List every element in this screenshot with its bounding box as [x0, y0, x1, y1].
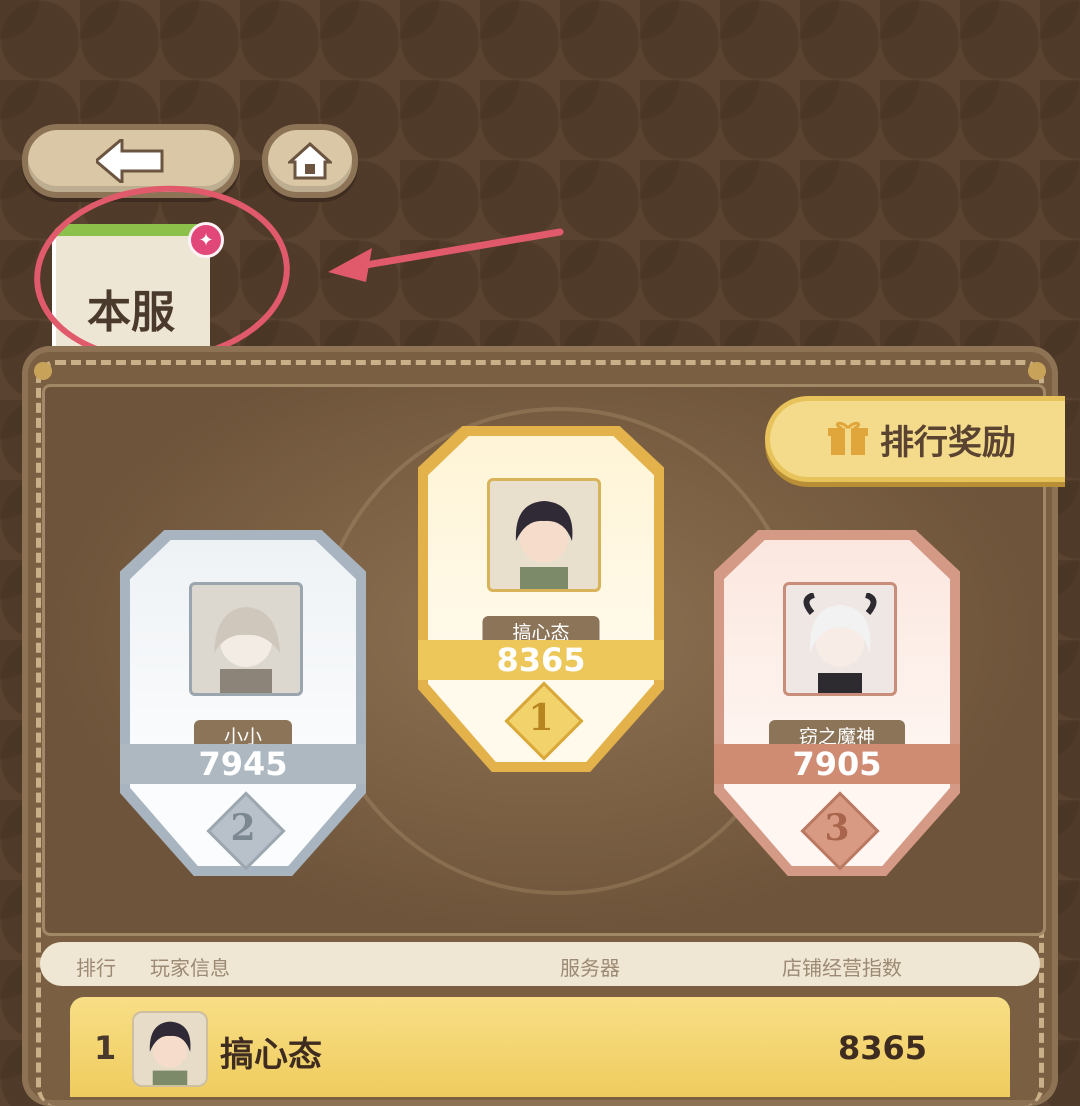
rank-rewards-button[interactable]: 排行奖励 — [765, 396, 1065, 482]
player-avatar — [189, 582, 303, 696]
row-avatar — [132, 1011, 208, 1087]
player-avatar — [487, 478, 601, 592]
player-score: 7905 — [714, 744, 960, 784]
header-rank: 排行 — [76, 956, 116, 980]
row-player-name: 搞心态 — [220, 1035, 322, 1075]
corner-dot — [1028, 362, 1046, 380]
rank-badge: 1 — [504, 681, 584, 761]
corner-dot — [34, 362, 52, 380]
annotation-arrow-icon — [328, 228, 564, 282]
leaderboard-table-header: 排行 玩家信息 服务器 店铺经营指数 — [40, 942, 1040, 986]
player-score: 7945 — [120, 744, 366, 784]
rank-rewards-label: 排行奖励 — [880, 422, 1016, 463]
home-icon — [288, 142, 332, 180]
player-avatar — [783, 582, 897, 696]
podium-card-first[interactable]: 搞心态 8365 1 — [418, 426, 664, 772]
row-rank: 1 — [94, 1029, 117, 1067]
back-button[interactable] — [22, 124, 240, 198]
header-player: 玩家信息 — [150, 956, 230, 980]
header-server: 服务器 — [560, 956, 620, 980]
home-button[interactable] — [262, 124, 358, 198]
player-score: 8365 — [418, 640, 664, 680]
podium-card-third[interactable]: 窃之魔神 7905 3 — [714, 530, 960, 876]
header-index: 店铺经营指数 — [782, 956, 902, 980]
rank-badge: 3 — [800, 791, 880, 871]
table-row[interactable]: 1 搞心态 8365 — [70, 997, 1010, 1097]
gift-icon — [828, 421, 868, 457]
row-score: 8365 — [838, 1029, 928, 1067]
podium-card-second[interactable]: 小小 7945 2 — [120, 530, 366, 876]
arrow-left-icon — [96, 139, 164, 183]
rank-badge: 2 — [206, 791, 286, 871]
